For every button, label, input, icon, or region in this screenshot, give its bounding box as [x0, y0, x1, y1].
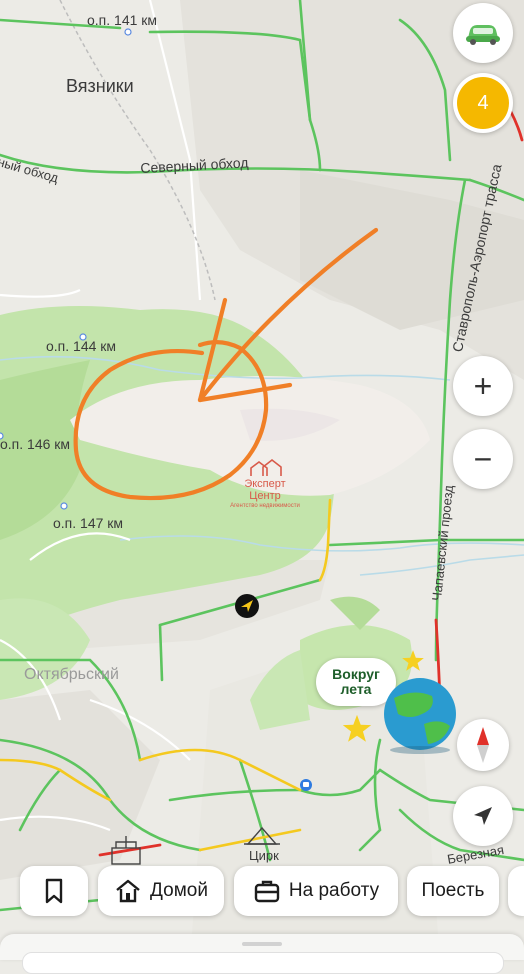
home-route-label: Домой	[150, 880, 208, 901]
sheet-handle[interactable]	[242, 942, 282, 946]
compass-icon	[477, 727, 489, 763]
place-label-oktyabrsky: Октябрьский	[24, 666, 119, 683]
eat-label: Поесть	[421, 880, 485, 901]
home-icon	[116, 879, 140, 903]
search-field[interactable]	[22, 952, 504, 974]
watermark: Эксперт Центр Агентство недвижимости	[228, 458, 302, 510]
zoom-in-button[interactable]: +	[453, 356, 513, 416]
star-icon	[402, 650, 424, 671]
locate-me-button[interactable]	[453, 786, 513, 846]
house-logo-icon	[250, 458, 282, 476]
promo-banner[interactable]: Вокруг лета	[314, 648, 464, 756]
watermark-tagline: Агентство недвижимости	[230, 503, 300, 509]
bus-stop-icon[interactable]	[300, 779, 312, 791]
place-label-vyazniki: Вязники	[66, 76, 134, 96]
compass-button[interactable]	[457, 719, 509, 771]
notification-badge: 4	[457, 77, 509, 129]
eat-button[interactable]: Поесть	[407, 866, 499, 916]
briefcase-icon	[254, 880, 280, 903]
minus-icon: −	[473, 441, 493, 477]
stop-label-op144: о.п. 144 км	[46, 338, 117, 354]
watermark-name: Эксперт Центр	[244, 478, 286, 502]
more-chip[interactable]	[508, 866, 524, 916]
bookmarks-button[interactable]	[20, 866, 88, 916]
stop-label-op147: о.п. 147 км	[53, 515, 124, 531]
stop-label-op141: о.п. 141 км	[87, 12, 158, 28]
work-route-button[interactable]: На работу	[234, 866, 398, 916]
notification-count: 4	[477, 91, 489, 114]
navigation-arrow-icon	[474, 807, 492, 825]
star-icon	[342, 714, 372, 742]
work-route-label: На работу	[288, 880, 380, 901]
home-route-button[interactable]: Домой	[98, 866, 224, 916]
place-label-circus: Цирк	[249, 848, 279, 863]
notifications-button[interactable]: 4	[453, 73, 513, 133]
plus-icon: +	[473, 368, 493, 404]
user-location-marker[interactable]	[235, 594, 259, 618]
car-icon	[466, 25, 500, 45]
stop-label-op146: о.п. 146 км	[0, 436, 71, 452]
zoom-out-button[interactable]: −	[453, 429, 513, 489]
bookmark-icon	[45, 878, 63, 904]
globe-icon	[384, 678, 456, 754]
car-mode-button[interactable]	[453, 3, 513, 63]
